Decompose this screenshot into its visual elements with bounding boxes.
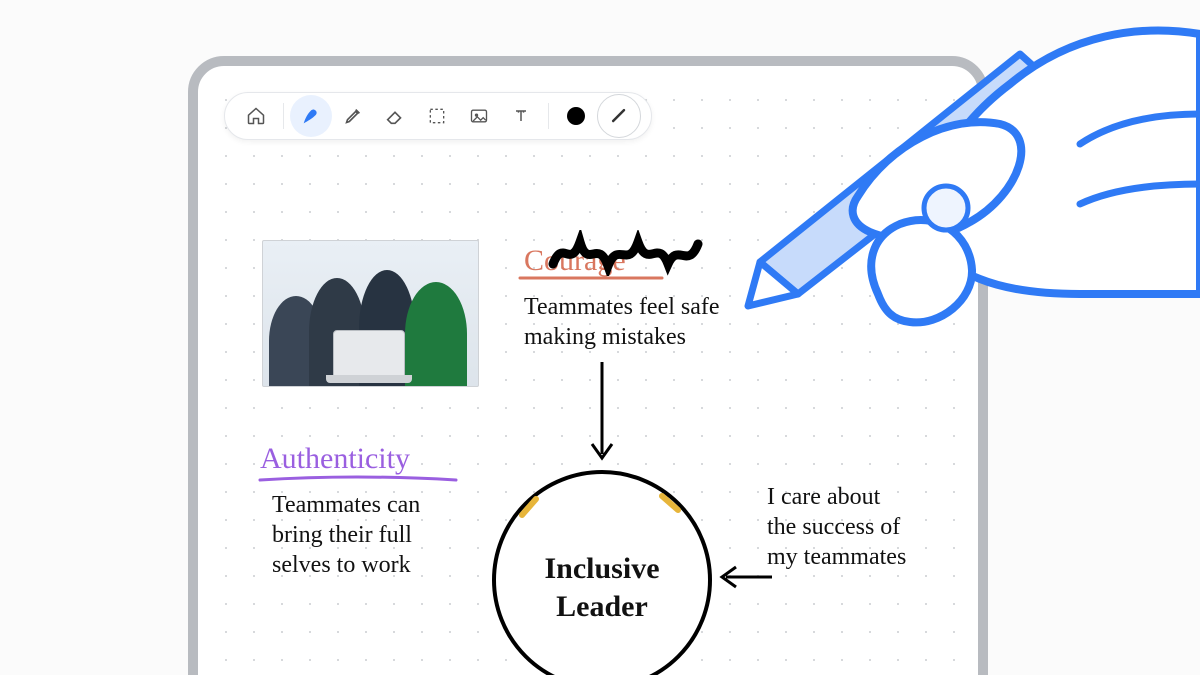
highlighter-icon [342, 105, 364, 127]
hand-illustration [640, 0, 1200, 354]
inserted-photo[interactable] [262, 240, 479, 387]
image-icon [469, 106, 489, 126]
text-tool-button[interactable] [500, 95, 542, 137]
home-icon [246, 106, 266, 126]
toolbar-separator [283, 103, 284, 129]
stage: Courage Teammates feel safe making mista… [0, 0, 1200, 675]
text-icon [511, 106, 531, 126]
authenticity-description[interactable]: Teammates can bring their full selves to… [272, 490, 420, 580]
arrow-down [582, 358, 622, 470]
color-swatch [567, 107, 585, 125]
circle-highlights [482, 460, 722, 675]
eraser-icon [384, 105, 406, 127]
photo-person [405, 282, 467, 386]
select-icon [427, 106, 447, 126]
toolbar [224, 92, 652, 140]
heading-authenticity-underline [256, 472, 466, 486]
toolbar-separator [548, 103, 549, 129]
select-tool-button[interactable] [416, 95, 458, 137]
pen-tool-button[interactable] [290, 95, 332, 137]
stroke-preview-button[interactable] [597, 94, 641, 138]
image-tool-button[interactable] [458, 95, 500, 137]
eraser-tool-button[interactable] [374, 95, 416, 137]
arrow-left [716, 562, 776, 592]
right-description[interactable]: I care about the success of my teammates [767, 482, 906, 572]
pen-icon [300, 105, 322, 127]
photo-laptop [333, 330, 405, 378]
color-picker-button[interactable] [555, 95, 597, 137]
home-button[interactable] [235, 95, 277, 137]
stroke-preview-icon [609, 106, 629, 126]
highlighter-tool-button[interactable] [332, 95, 374, 137]
